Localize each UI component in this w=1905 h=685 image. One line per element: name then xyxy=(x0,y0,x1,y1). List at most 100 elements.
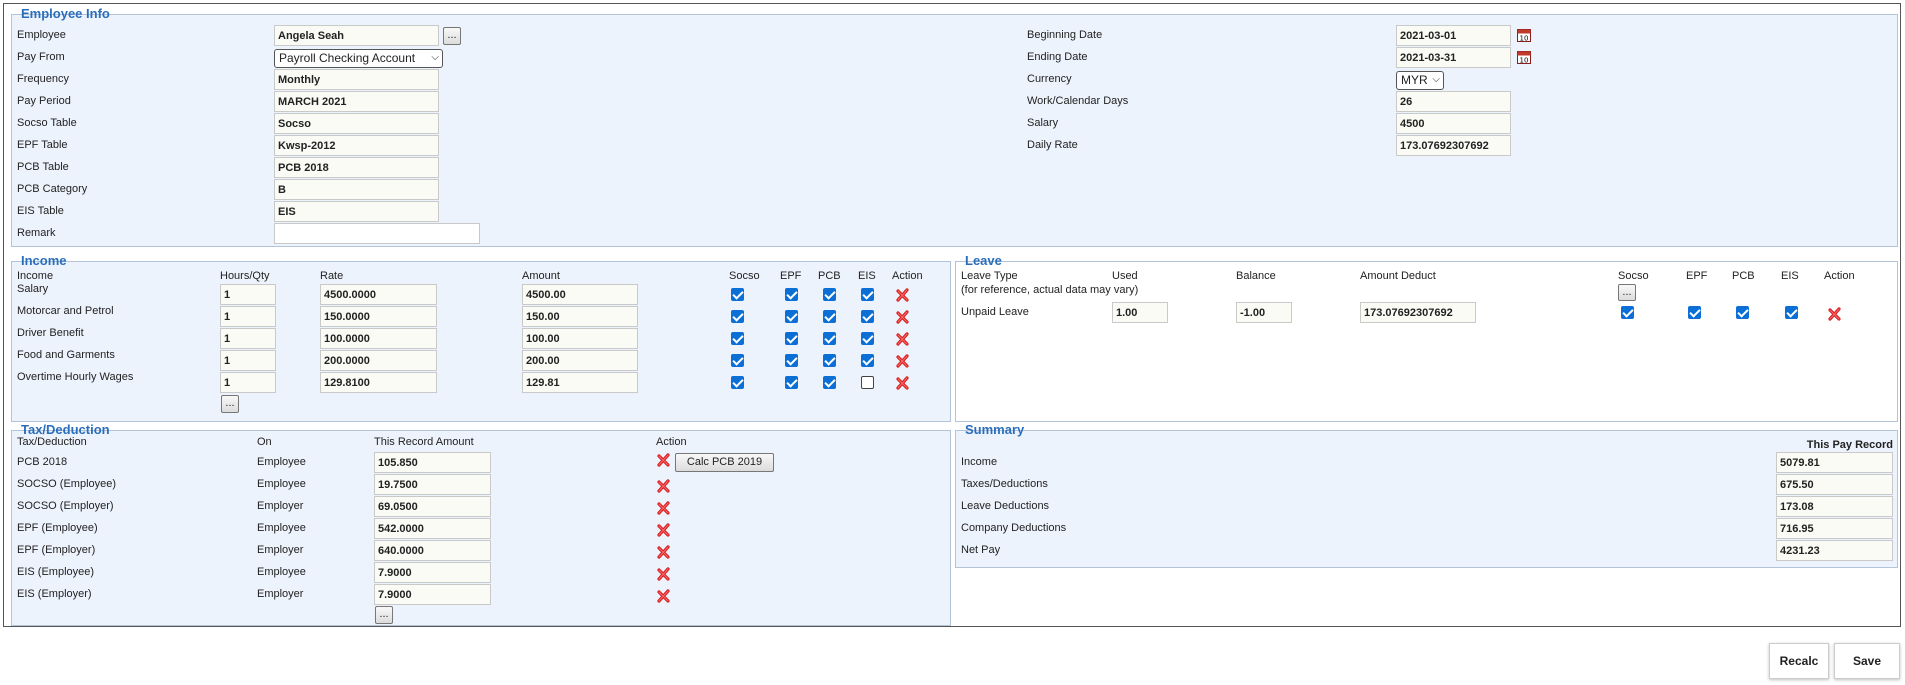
eis-checkbox[interactable] xyxy=(861,376,874,389)
employee-field[interactable]: Angela Seah xyxy=(274,25,439,46)
frequency-field[interactable]: Monthly xyxy=(274,69,439,90)
leave-socso-checkbox[interactable] xyxy=(1621,306,1634,319)
socso-table-field[interactable]: Socso xyxy=(274,113,439,134)
hours-qty-field[interactable]: 1 xyxy=(220,284,276,305)
rate-field[interactable]: 4500.0000 xyxy=(320,284,437,305)
epf-checkbox[interactable] xyxy=(785,354,798,367)
remark-field[interactable] xyxy=(274,223,480,244)
rate-field[interactable]: 100.0000 xyxy=(320,328,437,349)
eis-checkbox[interactable] xyxy=(861,310,874,323)
pcb-checkbox[interactable] xyxy=(823,288,836,301)
hours-qty-field[interactable]: 1 xyxy=(220,328,276,349)
employee-lookup-button[interactable]: ... xyxy=(443,27,461,45)
ending-date-label: Ending Date xyxy=(1027,51,1088,63)
beginning-date-field[interactable]: 2021-03-01 xyxy=(1396,25,1511,46)
pcb-table-field[interactable]: PCB 2018 xyxy=(274,157,439,178)
pcb-category-field[interactable]: B xyxy=(274,179,439,200)
pcb-checkbox[interactable] xyxy=(823,310,836,323)
amount-deduct-field[interactable]: 173.07692307692 xyxy=(1360,302,1476,323)
delete-x-icon[interactable] xyxy=(895,353,911,369)
rate-field[interactable]: 150.0000 xyxy=(320,306,437,327)
calendar-icon[interactable]: 10 xyxy=(1517,50,1531,64)
daily-rate-field[interactable]: 173.07692307692 xyxy=(1396,135,1511,156)
socso-checkbox[interactable] xyxy=(731,376,744,389)
tax-amount-field[interactable]: 7.9000 xyxy=(374,584,491,605)
salary-label: Salary xyxy=(1027,117,1059,129)
delete-x-icon[interactable] xyxy=(895,309,911,325)
epf-table-field[interactable]: Kwsp-2012 xyxy=(274,135,439,156)
leave-pcb-checkbox[interactable] xyxy=(1736,306,1749,319)
delete-x-icon[interactable] xyxy=(895,375,911,391)
calc-pcb-button[interactable]: Calc PCB 2019 xyxy=(675,453,774,472)
delete-x-icon[interactable] xyxy=(656,588,672,604)
delete-x-icon[interactable] xyxy=(895,331,911,347)
amount-field[interactable]: 4500.00 xyxy=(522,284,638,305)
hours-qty-field[interactable]: 1 xyxy=(220,306,276,327)
balance-field[interactable]: -1.00 xyxy=(1236,302,1292,323)
hours-qty-field[interactable]: 1 xyxy=(220,350,276,371)
leave-eis-checkbox[interactable] xyxy=(1785,306,1798,319)
tax-amount-field[interactable]: 105.850 xyxy=(374,452,491,473)
delete-x-icon[interactable] xyxy=(895,287,911,303)
delete-x-icon[interactable] xyxy=(656,522,672,538)
amount-field[interactable]: 150.00 xyxy=(522,306,638,327)
delete-x-icon[interactable] xyxy=(656,478,672,494)
socso-table-label: Socso Table xyxy=(17,117,77,129)
tax-amount-field[interactable]: 69.0500 xyxy=(374,496,491,517)
add-deduction-button[interactable]: ... xyxy=(375,606,393,624)
eis-table-label: EIS Table xyxy=(17,205,64,217)
socso-checkbox[interactable] xyxy=(731,354,744,367)
epf-table-label: EPF Table xyxy=(17,139,68,151)
leave-socso-button[interactable]: ... xyxy=(1618,284,1636,301)
pay-from-select[interactable]: Payroll Checking Account ⌵ xyxy=(274,49,443,68)
ending-date-field[interactable]: 2021-03-31 xyxy=(1396,47,1511,68)
salary-field[interactable]: 4500 xyxy=(1396,113,1511,134)
recalc-button[interactable]: Recalc xyxy=(1769,643,1829,679)
eis-table-field[interactable]: EIS xyxy=(274,201,439,222)
work-days-field[interactable]: 26 xyxy=(1396,91,1511,112)
tax-name: SOCSO (Employer) xyxy=(17,500,114,512)
add-income-button[interactable]: ... xyxy=(221,395,239,413)
delete-x-icon[interactable] xyxy=(656,544,672,560)
tax-amount-field[interactable]: 7.9000 xyxy=(374,562,491,583)
amount-field[interactable]: 200.00 xyxy=(522,350,638,371)
delete-x-icon[interactable] xyxy=(656,500,672,516)
delete-x-icon[interactable] xyxy=(656,452,672,468)
socso-checkbox[interactable] xyxy=(731,310,744,323)
income-legend: Income xyxy=(21,253,67,268)
rate-field[interactable]: 129.8100 xyxy=(320,372,437,393)
tax-amount-field[interactable]: 542.0000 xyxy=(374,518,491,539)
leave-epf-checkbox[interactable] xyxy=(1688,306,1701,319)
calendar-icon[interactable]: 10 xyxy=(1517,28,1531,42)
rate-field[interactable]: 200.0000 xyxy=(320,350,437,371)
pcb-checkbox[interactable] xyxy=(823,376,836,389)
summary-value: 716.95 xyxy=(1776,518,1893,539)
leave-eis-header: EIS xyxy=(1781,270,1799,282)
pcb-checkbox[interactable] xyxy=(823,354,836,367)
amount-field[interactable]: 100.00 xyxy=(522,328,638,349)
epf-checkbox[interactable] xyxy=(785,288,798,301)
save-button[interactable]: Save xyxy=(1834,643,1900,679)
currency-label: Currency xyxy=(1027,73,1072,85)
income-name: Salary xyxy=(17,283,49,295)
delete-x-icon[interactable] xyxy=(1827,306,1843,322)
used-field[interactable]: 1.00 xyxy=(1112,302,1168,323)
pcb-checkbox[interactable] xyxy=(823,332,836,345)
pay-period-field[interactable]: MARCH 2021 xyxy=(274,91,439,112)
chevron-down-icon: ⌵ xyxy=(1432,74,1440,85)
epf-checkbox[interactable] xyxy=(785,376,798,389)
tax-amount-field[interactable]: 19.7500 xyxy=(374,474,491,495)
eis-checkbox[interactable] xyxy=(861,332,874,345)
eis-checkbox[interactable] xyxy=(861,288,874,301)
tax-amount-field[interactable]: 640.0000 xyxy=(374,540,491,561)
socso-checkbox[interactable] xyxy=(731,332,744,345)
delete-x-icon[interactable] xyxy=(656,566,672,582)
socso-checkbox[interactable] xyxy=(731,288,744,301)
epf-checkbox[interactable] xyxy=(785,310,798,323)
eis-checkbox[interactable] xyxy=(861,354,874,367)
amount-field[interactable]: 129.81 xyxy=(522,372,638,393)
currency-select[interactable]: MYR ⌵ xyxy=(1396,71,1444,90)
epf-checkbox[interactable] xyxy=(785,332,798,345)
employee-info-section: Employee Info Employee Angela Seah ... P… xyxy=(11,6,1898,247)
hours-qty-field[interactable]: 1 xyxy=(220,372,276,393)
